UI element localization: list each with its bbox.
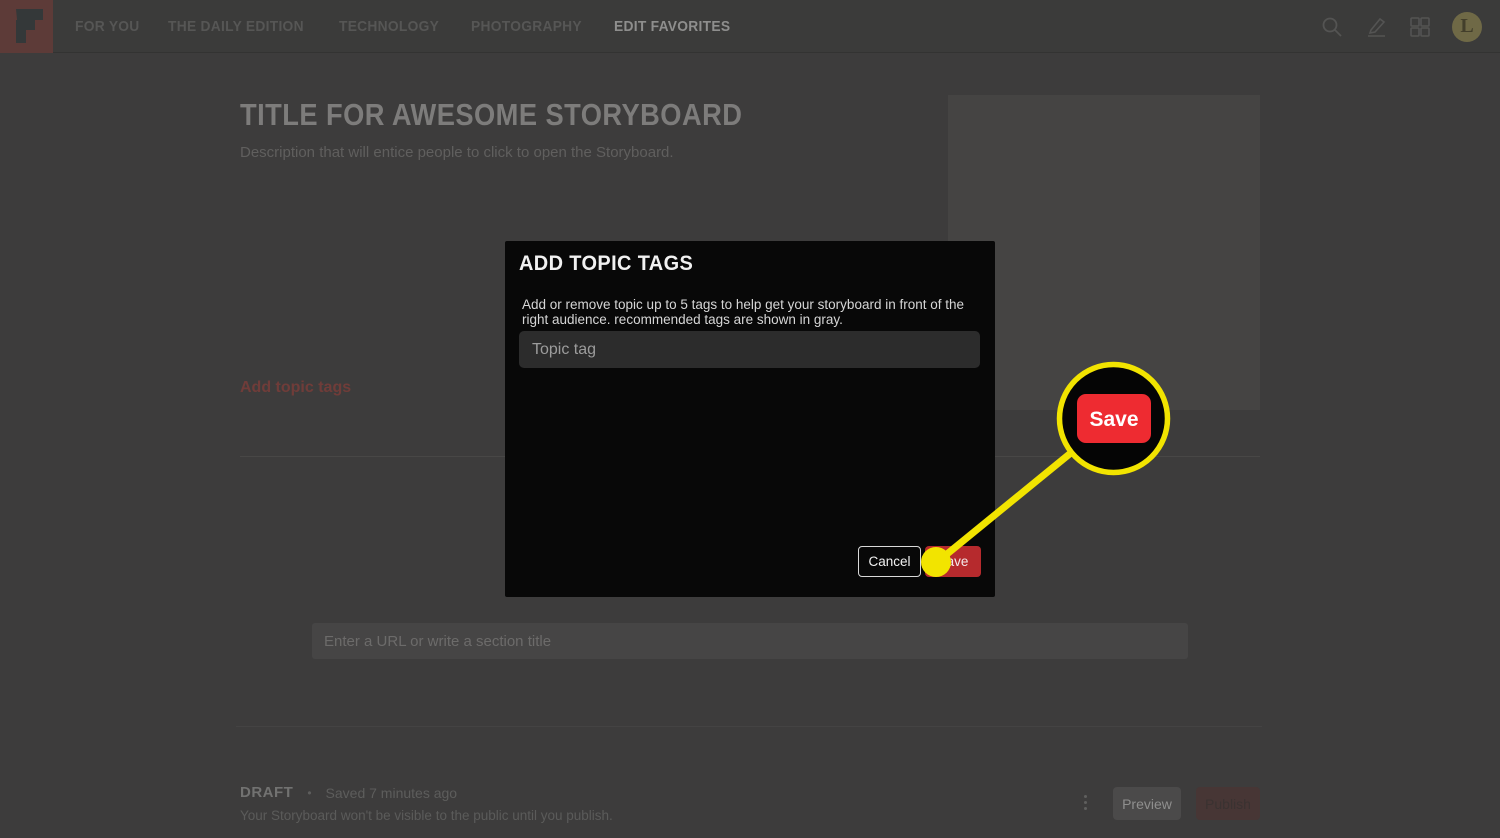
draft-status: DRAFT [240,784,293,801]
page-title: TITLE FOR AWESOME STORYBOARD [240,97,742,133]
nav-item-daily-edition[interactable]: THE DAILY EDITION [168,18,304,35]
nav-icon-group: L [1320,0,1482,53]
flipboard-logo[interactable] [0,0,53,53]
compose-icon[interactable] [1364,15,1388,39]
avatar[interactable]: L [1452,12,1482,42]
preview-button[interactable]: Preview [1113,787,1181,820]
save-button[interactable]: Save [925,546,981,577]
topic-tag-input[interactable] [519,331,980,368]
nav-item-edit-favorites[interactable]: EDIT FAVORITES [614,18,730,35]
page-description: Description that will entice people to c… [240,144,674,161]
modal-actions: Cancel Save [858,546,981,577]
nav-item-technology[interactable]: TECHNOLOGY [339,18,439,35]
flipboard-f-icon [0,0,53,53]
nav-item-for-you[interactable]: FOR YOU [75,18,140,35]
grid-icon[interactable] [1408,15,1432,39]
flipboard-storyboard-editor: FOR YOU THE DAILY EDITION TECHNOLOGY PHO… [0,0,1500,838]
visibility-note: Your Storyboard won't be visible to the … [240,808,613,823]
search-icon[interactable] [1320,15,1344,39]
nav-items: FOR YOU THE DAILY EDITION TECHNOLOGY PHO… [75,0,741,53]
callout-save-label: Save [1089,408,1138,431]
cancel-button[interactable]: Cancel [858,546,921,577]
modal-title: ADD TOPIC TAGS [519,252,693,276]
section-url-input[interactable] [312,623,1188,659]
saved-timestamp: Saved 7 minutes ago [326,785,458,801]
more-options-icon[interactable] [1081,795,1089,815]
add-topic-tags-modal: ADD TOPIC TAGS Add or remove topic up to… [505,241,995,597]
modal-description: Add or remove topic up to 5 tags to help… [522,297,974,327]
draft-status-row: DRAFT • Saved 7 minutes ago [240,784,457,801]
publish-button[interactable]: Publish [1196,787,1260,820]
status-separator-dot: • [307,786,311,800]
divider [236,726,1262,727]
add-topic-tags-link[interactable]: Add topic tags [240,379,351,397]
nav-item-photography[interactable]: PHOTOGRAPHY [471,18,582,35]
top-nav: FOR YOU THE DAILY EDITION TECHNOLOGY PHO… [0,0,1500,53]
